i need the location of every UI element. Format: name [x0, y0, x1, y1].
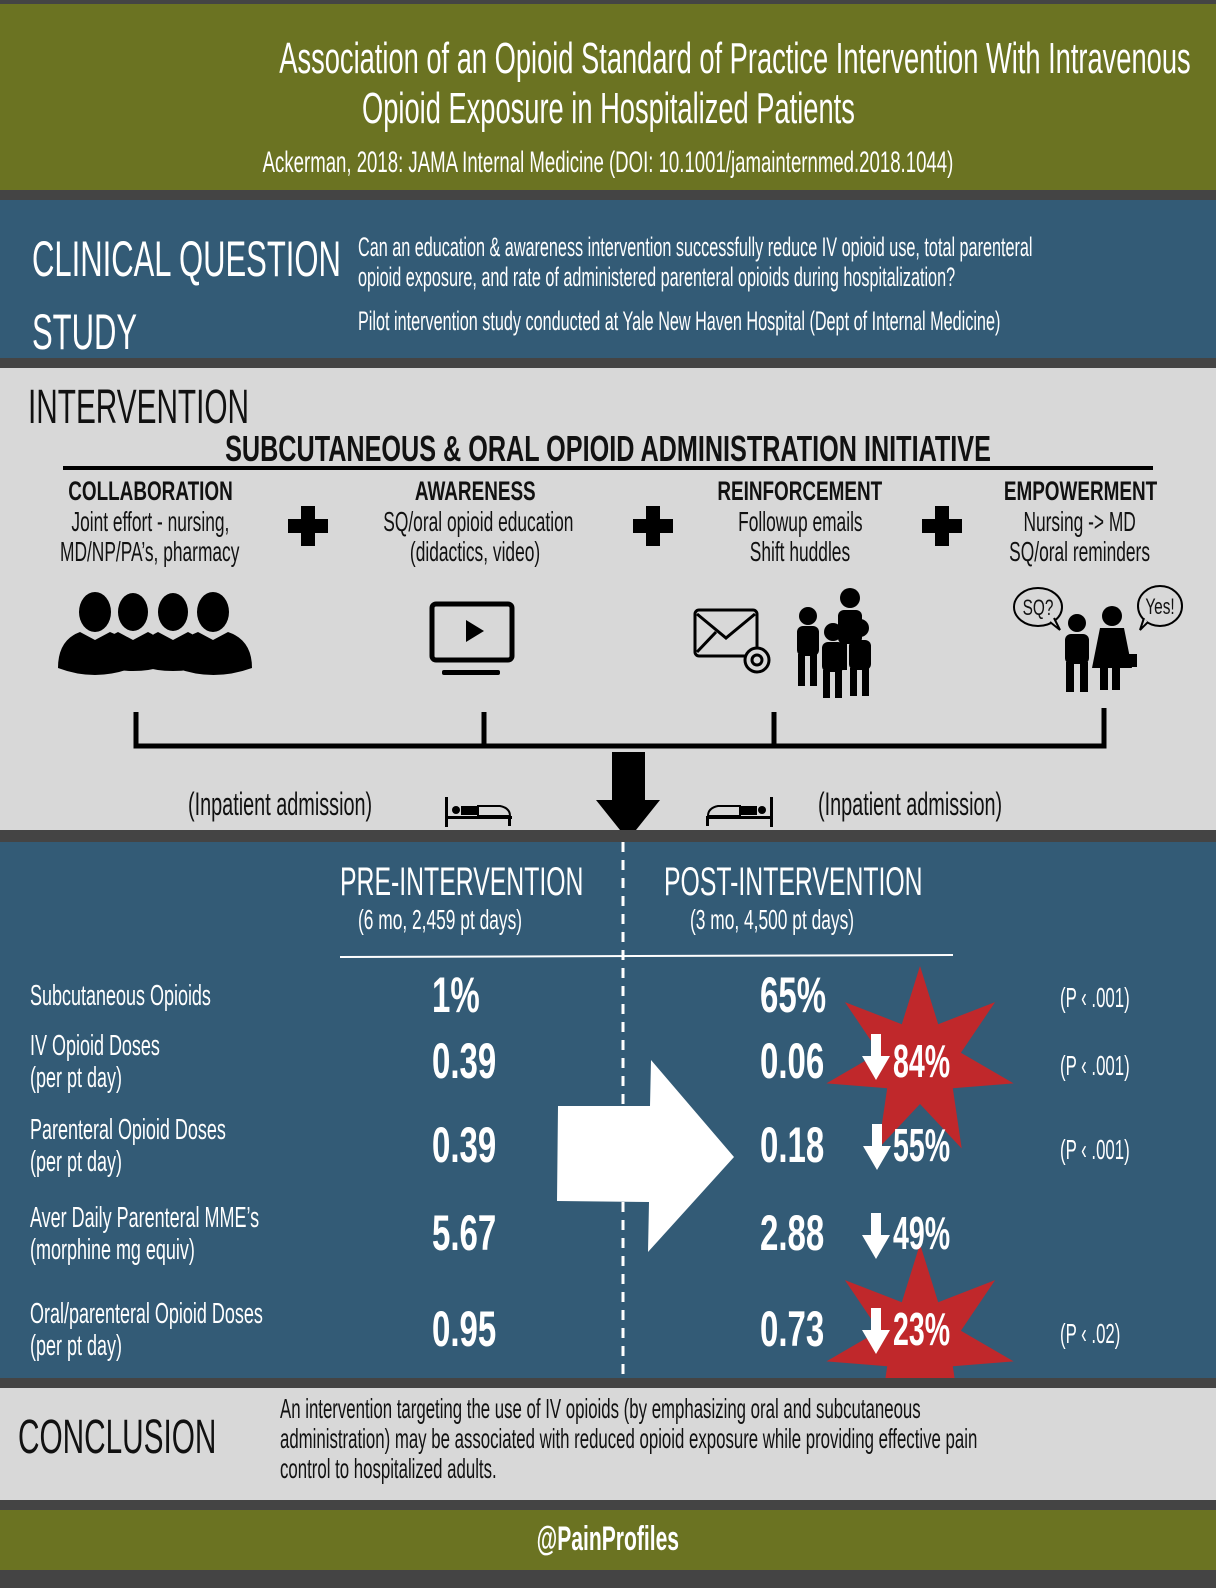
clinical-question-text-2: opioid exposure, and rate of administere…: [358, 262, 956, 292]
nurses-group-icon: [797, 588, 871, 698]
study-label: STUDY: [32, 304, 138, 360]
study-text: Pilot intervention study conducted at Ya…: [358, 306, 1001, 336]
header-underline: [339, 954, 954, 958]
percent-change: 55%: [893, 1119, 951, 1171]
title-line-1: Association of an Opioid Standard of Pra…: [279, 34, 1191, 83]
metric-unit: (morphine mg equiv): [30, 1234, 195, 1266]
email-at-icon: [693, 608, 771, 674]
bubble-right-text: Yes!: [1145, 595, 1174, 619]
big-right-arrow-icon: [557, 1060, 734, 1252]
post-intervention-subheader: (3 mo, 4,500 pt days): [690, 904, 855, 935]
metric-unit: (per pt day): [30, 1330, 122, 1362]
footer-banner: @PainProfiles: [0, 1510, 1216, 1570]
conclusion-section: CONCLUSION An intervention targeting the…: [0, 1388, 1216, 1500]
percent-change: 23%: [893, 1303, 951, 1355]
p-value: (P ‹ .02): [1060, 1318, 1121, 1349]
group-people-icon: [58, 592, 252, 675]
pre-value: 0.95: [432, 1301, 497, 1357]
metric-unit: (per pt day): [30, 1062, 122, 1094]
metric-unit: (per pt day): [30, 1146, 122, 1178]
down-arrow-icon: [596, 752, 660, 830]
post-value: 0.18: [760, 1117, 825, 1173]
pre-value: 5.67: [432, 1205, 497, 1261]
metric-label: Aver Daily Parenteral MME’s: [30, 1202, 260, 1234]
metric-label: Subcutaneous Opioids: [30, 980, 211, 1012]
clinical-question-text-1: Can an education & awareness interventio…: [358, 232, 1033, 262]
percent-change: 84%: [893, 1035, 951, 1087]
post-value: 2.88: [760, 1205, 825, 1261]
pre-intervention-subheader: (6 mo, 2,459 pt days): [358, 904, 523, 935]
post-value: 0.06: [760, 1033, 825, 1089]
header-banner: Association of an Opioid Standard of Pra…: [0, 4, 1216, 190]
intervention-section: INTERVENTION SUBCUTANEOUS & ORAL OPIOID …: [0, 368, 1216, 830]
metric-label: IV Opioid Doses: [30, 1030, 160, 1062]
pre-value: 0.39: [432, 1033, 497, 1089]
p-value: (P ‹ .001): [1060, 1134, 1130, 1165]
clinical-question-label: CLINICAL QUESTION: [32, 231, 341, 287]
admission-label-left: (Inpatient admission): [188, 786, 373, 822]
conclusion-text-2: administration) may be associated with r…: [280, 1423, 978, 1454]
p-value: (P ‹ .001): [1060, 982, 1130, 1013]
bed-icon-right: [706, 797, 773, 827]
decrease-arrow-icon: [862, 1213, 890, 1259]
metric-label: Parenteral Opioid Doses: [30, 1114, 226, 1146]
connector-bracket: [133, 708, 1107, 749]
post-intervention-header: POST-INTERVENTION: [664, 860, 923, 904]
pre-value: 0.39: [432, 1117, 497, 1173]
percent-change: 49%: [893, 1207, 951, 1259]
bubble-left-text: SQ?: [1023, 596, 1054, 620]
pre-intervention-header: PRE-INTERVENTION: [340, 860, 584, 904]
post-value: 65%: [760, 967, 827, 1023]
question-section: CLINICAL QUESTION Can an education & awa…: [0, 200, 1216, 360]
page-title: Association of an Opioid Standard of Pra…: [0, 34, 1216, 134]
conclusion-text-1: An intervention targeting the use of IV …: [280, 1393, 921, 1424]
conclusion-text-3: control to hospitalized adults.: [280, 1453, 497, 1484]
p-value: (P ‹ .001): [1060, 1050, 1130, 1081]
citation: Ackerman, 2018: JAMA Internal Medicine (…: [262, 146, 954, 179]
metric-label: Oral/parenteral Opioid Doses: [30, 1298, 263, 1330]
post-value: 0.73: [760, 1301, 825, 1357]
conclusion-label: CONCLUSION: [18, 1411, 217, 1464]
video-monitor-icon: [429, 601, 515, 675]
footer-handle: @PainProfiles: [536, 1520, 680, 1558]
title-line-2: Opioid Exposure in Hospitalized Patients: [361, 84, 855, 133]
results-section: PRE-INTERVENTION (6 mo, 2,459 pt days) P…: [0, 842, 1216, 1378]
admission-label-right: (Inpatient admission): [818, 786, 1003, 822]
pre-value: 1%: [432, 967, 480, 1023]
